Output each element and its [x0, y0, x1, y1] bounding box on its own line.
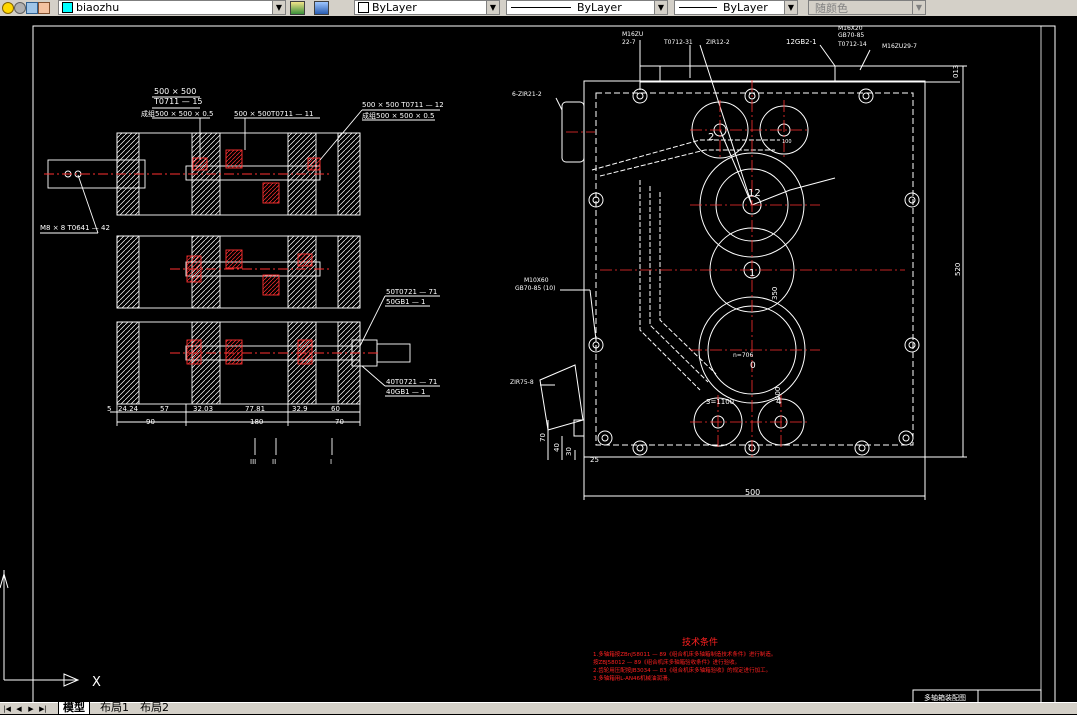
- plotstyle-value: 随颜色: [815, 1, 848, 15]
- label-gb70-85: GB70-85: [838, 32, 864, 39]
- layer-name: biaozhu: [76, 1, 120, 14]
- label-zir12-2: ZIR12-2: [706, 39, 730, 46]
- label-t0712-31: T0712-31: [663, 39, 693, 46]
- dim-57: 57: [160, 405, 169, 413]
- plotstyle-dropdown[interactable]: 随颜色 ▼: [808, 0, 926, 15]
- label-t0711-15: T0711 — 15: [153, 97, 203, 106]
- dim-24: 24.24: [118, 405, 139, 413]
- notes-line-4: 3.多轴箱用L-AN46机械油润滑。: [593, 674, 673, 682]
- label-22-7: 22-7: [622, 39, 636, 46]
- notes-line-2: 按ZBJ58012 — 89《组合机床多轴箱验收条件》进行验收。: [593, 658, 740, 666]
- layer-color-swatch: [62, 2, 73, 13]
- layer-dropdown[interactable]: biaozhu ▼: [58, 0, 286, 15]
- gearbox-centre-lines: [566, 80, 905, 460]
- dim-70-side: 70: [539, 433, 547, 442]
- technical-notes: 技术条件 1.多轴箱按ZBnJ58011 — 89《组合机床多轴箱制造技术条件》…: [593, 636, 776, 682]
- label-6-zir21-2: 6-ZIR21-2: [512, 91, 542, 98]
- dim-32-9: 32.9: [292, 405, 308, 413]
- lock-icon[interactable]: [26, 2, 38, 14]
- label-m8x8: M8 × 8 T0641 — 42: [40, 224, 110, 232]
- notes-line-1: 1.多轴箱按ZBnJ58011 — 89《组合机床多轴箱制造技术条件》进行制造。: [593, 650, 776, 658]
- dim-180: 180: [250, 418, 263, 426]
- drawing-canvas[interactable]: 500 × 500 T0711 — 15 成组500 × 500 × 0.5 5…: [0, 16, 1077, 707]
- label-m10x60: M10X60: [524, 277, 549, 284]
- label-n706: n=706: [733, 352, 753, 359]
- tab-layout1[interactable]: 布局1: [96, 702, 133, 714]
- chevron-down-icon[interactable]: ▼: [784, 1, 797, 14]
- gear-number-1: 1: [749, 268, 755, 279]
- layout-tabs-bar: |◀ ◀ ▶ ▶| 模型 布局1 布局2: [0, 702, 1077, 715]
- label-gasket-left: 成组500 × 500 × 0.5: [141, 109, 214, 118]
- sheet-border: [32, 25, 1056, 707]
- linetype-value: ByLayer: [577, 1, 622, 14]
- chevron-down-icon[interactable]: ▼: [486, 1, 499, 14]
- dim-350: 350: [771, 287, 779, 300]
- properties-toolbar: biaozhu ▼ ByLayer ▼ ByLayer ▼ ByLayer ▼ …: [0, 0, 1077, 17]
- make-current-layer-icon[interactable]: [290, 1, 305, 15]
- label-m16x20: M16X20: [838, 25, 863, 32]
- title-block: 多轴箱装配图: [912, 689, 1042, 707]
- chevron-down-icon[interactable]: ▼: [912, 1, 925, 14]
- freeze-icon[interactable]: [14, 2, 26, 14]
- layer-state-icon[interactable]: [2, 2, 14, 14]
- dim-30-side: 30: [565, 447, 573, 456]
- notes-line-3: 2.齿轮用压配按JB3034 — 83《组合机床多轴箱验收》的规定进行加工。: [593, 666, 771, 674]
- shaft-layout-labels: 500 × 500 T0711 — 15 成组500 × 500 × 0.5 5…: [40, 87, 444, 466]
- dim-32-03: 32.03: [193, 405, 213, 413]
- shaft-label-ii: II: [272, 458, 276, 466]
- label-zir75-8: ZIR75-8: [510, 379, 534, 386]
- gear-number-12: 12: [748, 188, 761, 199]
- chevron-down-icon[interactable]: ▼: [654, 1, 667, 14]
- dim-90: 90: [146, 418, 155, 426]
- label-50gb1: 50GB1 — 1: [386, 298, 426, 306]
- tab-layout2[interactable]: 布局2: [136, 702, 173, 714]
- shaft-label-iii: III: [250, 458, 256, 466]
- dim-width-500: 500: [745, 488, 760, 497]
- color-value: ByLayer: [372, 1, 417, 14]
- dim-height-520: 520: [954, 263, 962, 276]
- lineweight-sample: [679, 7, 717, 8]
- color-swatch: [358, 2, 369, 13]
- ucs-x-label: X: [92, 675, 101, 690]
- dim-25-side: 25: [590, 456, 599, 464]
- dim-400: 400: [774, 387, 782, 400]
- label-40t0721: 40T0721 — 71: [386, 378, 437, 386]
- dim-77-81: 77.81: [245, 405, 265, 413]
- linetype-dropdown[interactable]: ByLayer ▼: [506, 0, 668, 15]
- lineweight-dropdown[interactable]: ByLayer ▼: [674, 0, 798, 15]
- dim-70: 70: [335, 418, 344, 426]
- ucs-icon: X: [0, 570, 101, 690]
- tab-model[interactable]: 模型: [58, 702, 90, 715]
- layer-previous-icon[interactable]: [314, 1, 329, 15]
- notes-title: 技术条件: [682, 636, 718, 648]
- plot-icon[interactable]: [38, 2, 50, 14]
- dim-5: 5: [107, 405, 111, 413]
- dim-100: 100: [782, 139, 792, 145]
- label-500x500: 500 × 500: [154, 87, 196, 96]
- chevron-down-icon[interactable]: ▼: [272, 1, 285, 14]
- gearbox-labels: M16ZU 22-7 T0712-31 ZIR12-2 12GB2-1 M16X…: [510, 25, 962, 497]
- label-gasket-right: 成组500 × 500 × 0.5: [362, 111, 435, 120]
- label-t0711-12: 500 × 500 T0711 — 12: [362, 101, 444, 109]
- title-block-text: 多轴箱装配图: [924, 693, 966, 702]
- lineweight-value: ByLayer: [723, 1, 768, 14]
- label-40gb1: 40GB1 — 1: [386, 388, 426, 396]
- gear-number-2: 2: [708, 132, 714, 143]
- gear-number-3: 3=1100: [706, 398, 734, 406]
- gear-number-0: 0: [750, 361, 756, 371]
- label-12gb2-1: 12GB2-1: [786, 38, 817, 46]
- dim-013: 013: [952, 65, 960, 78]
- label-m16zu29-7: M16ZU29-7: [882, 43, 917, 50]
- linetype-sample: [511, 7, 571, 8]
- label-50t0721: 50T0721 — 71: [386, 288, 437, 296]
- label-t0711-11: 500 × 500T0711 — 11: [234, 110, 314, 118]
- shaft-label-i: I: [330, 458, 332, 466]
- label-m16zu: M16ZU: [622, 31, 643, 38]
- color-dropdown[interactable]: ByLayer ▼: [354, 0, 500, 15]
- shaft-layout-drawing: [40, 96, 440, 455]
- label-t0712-14: T0712-14: [837, 41, 867, 48]
- label-gb70-85-10: GB70-85 (10): [515, 285, 555, 292]
- dim-40-side: 40: [553, 443, 561, 452]
- dim-60: 60: [331, 405, 340, 413]
